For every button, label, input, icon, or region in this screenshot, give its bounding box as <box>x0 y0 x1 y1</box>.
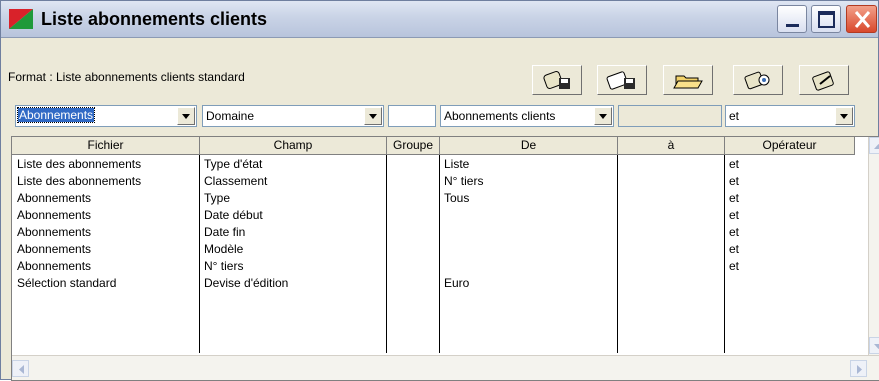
operateur-select-value: et <box>729 109 740 123</box>
close-icon <box>854 11 871 28</box>
column-divider <box>617 155 618 353</box>
cell-operateur[interactable]: et <box>729 241 739 258</box>
column-header-groupe[interactable]: Groupe <box>387 137 440 155</box>
arrow-down-icon <box>874 344 879 349</box>
cell-champ[interactable]: Date début <box>204 207 263 224</box>
open-format-button[interactable] <box>663 65 713 95</box>
save-format-button[interactable] <box>532 65 582 95</box>
cell-champ[interactable]: Type d'état <box>204 156 262 173</box>
maximize-button[interactable] <box>811 5 841 33</box>
champ-dropdown-button[interactable] <box>364 107 382 125</box>
arrow-up-icon <box>874 144 879 149</box>
fichier-select[interactable]: Abonnements <box>15 105 197 127</box>
column-divider <box>386 155 387 353</box>
save-as-format-button[interactable] <box>597 65 647 95</box>
cell-champ[interactable]: Devise d'édition <box>204 275 288 292</box>
cell-operateur[interactable]: et <box>729 224 739 241</box>
maximize-icon <box>818 11 835 28</box>
cell-fichier[interactable]: Abonnements <box>17 207 91 224</box>
window: Liste abonnements clients Format : Liste… <box>0 0 879 381</box>
cell-champ[interactable]: N° tiers <box>204 258 243 275</box>
edit-format-button[interactable] <box>799 65 849 95</box>
vertical-scrollbar[interactable] <box>868 137 879 355</box>
operateur-dropdown-button[interactable] <box>835 107 853 125</box>
cell-de[interactable]: Euro <box>444 275 469 292</box>
column-header-operateur[interactable]: Opérateur <box>725 137 855 155</box>
app-icon <box>9 9 33 29</box>
preview-button[interactable] <box>733 65 783 95</box>
column-divider <box>724 155 725 353</box>
column-divider <box>199 155 200 353</box>
title-bar[interactable]: Liste abonnements clients <box>1 1 878 38</box>
cell-fichier[interactable]: Abonnements <box>17 224 91 241</box>
horizontal-scrollbar[interactable] <box>12 355 879 380</box>
chevron-down-icon <box>369 114 377 119</box>
cell-operateur[interactable]: et <box>729 258 739 275</box>
cell-champ[interactable]: Type <box>204 190 230 207</box>
column-header-a[interactable]: à <box>618 137 725 155</box>
cell-fichier[interactable]: Abonnements <box>17 241 91 258</box>
cell-de[interactable]: N° tiers <box>444 173 483 190</box>
scroll-up-button[interactable] <box>869 137 879 154</box>
arrow-left-icon <box>19 365 24 374</box>
column-divider <box>439 155 440 353</box>
column-header-fichier[interactable]: Fichier <box>12 137 200 155</box>
scroll-left-button[interactable] <box>12 360 29 377</box>
cell-champ[interactable]: Classement <box>204 173 267 190</box>
fichier-select-value: Abonnements <box>16 107 96 123</box>
cell-operateur[interactable]: et <box>729 173 739 190</box>
preview-icon <box>744 71 770 90</box>
cell-operateur[interactable]: et <box>729 190 739 207</box>
groupe-field[interactable] <box>388 105 436 127</box>
de-select-value: Abonnements clients <box>444 109 556 123</box>
column-header-de[interactable]: De <box>440 137 618 155</box>
cell-champ[interactable]: Modèle <box>204 241 243 258</box>
arrow-right-icon <box>857 365 862 374</box>
cell-operateur[interactable]: et <box>729 156 739 173</box>
chevron-down-icon <box>840 114 848 119</box>
champ-select[interactable]: Domaine <box>202 105 384 127</box>
edit-icon <box>812 71 834 91</box>
de-dropdown-button[interactable] <box>594 107 612 125</box>
minimize-button[interactable] <box>777 5 807 33</box>
a-field <box>618 105 722 127</box>
cell-operateur[interactable]: et <box>729 207 739 224</box>
scroll-right-button[interactable] <box>850 360 867 377</box>
folder-open-icon <box>673 75 703 89</box>
disk-save-as-icon <box>606 71 635 90</box>
cell-fichier[interactable]: Sélection standard <box>17 275 116 292</box>
champ-select-value: Domaine <box>206 109 255 123</box>
format-label: Format : Liste abonnements clients stand… <box>8 70 245 84</box>
format-bar: Format : Liste abonnements clients stand… <box>1 38 878 108</box>
de-select[interactable]: Abonnements clients <box>440 105 614 127</box>
chevron-down-icon <box>599 114 607 119</box>
cell-champ[interactable]: Date fin <box>204 224 245 241</box>
cell-fichier[interactable]: Abonnements <box>17 190 91 207</box>
cell-de[interactable]: Tous <box>444 190 469 207</box>
close-button[interactable] <box>846 5 877 33</box>
column-header-champ[interactable]: Champ <box>200 137 387 155</box>
criteria-grid[interactable]: Fichier Champ Groupe De à Opérateur List… <box>11 136 879 381</box>
minimize-icon <box>786 24 799 27</box>
operateur-select[interactable]: et <box>725 105 855 127</box>
cell-fichier[interactable]: Liste des abonnements <box>17 156 141 173</box>
fichier-dropdown-button[interactable] <box>177 107 195 125</box>
cell-de[interactable]: Liste <box>444 156 469 173</box>
chevron-down-icon <box>182 114 190 119</box>
cell-fichier[interactable]: Liste des abonnements <box>17 173 141 190</box>
filter-row: Abonnements Domaine Abonnements clients … <box>1 105 878 131</box>
window-title: Liste abonnements clients <box>41 9 268 29</box>
cell-fichier[interactable]: Abonnements <box>17 258 91 275</box>
disk-save-icon <box>543 71 570 89</box>
scroll-down-button[interactable] <box>869 337 879 354</box>
